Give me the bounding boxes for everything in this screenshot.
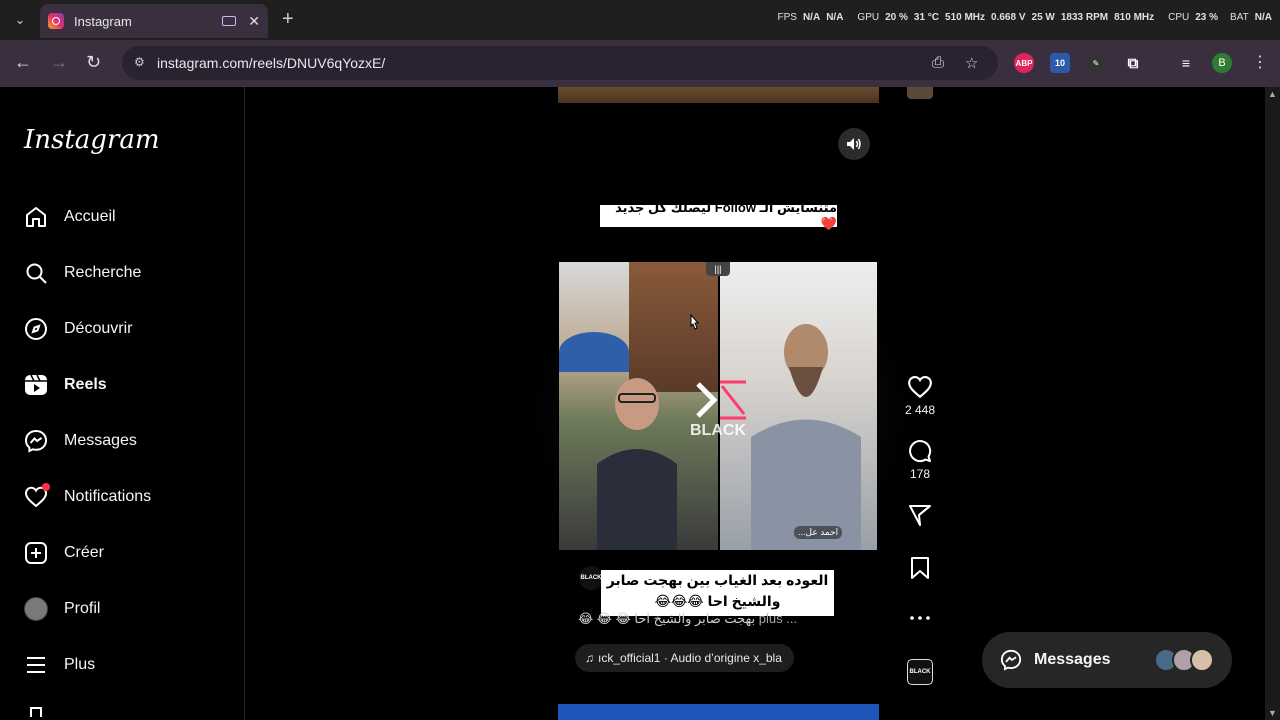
previous-reel-preview[interactable]	[558, 87, 879, 103]
see-more-link[interactable]: ... plus	[759, 611, 797, 626]
tab-title: Instagram	[74, 13, 132, 29]
black-channel-avatar[interactable]: BLACK	[579, 566, 603, 590]
scroll-up-arrow-icon[interactable]: ▲	[1268, 89, 1277, 99]
compass-icon	[24, 317, 48, 341]
messenger-icon	[24, 429, 48, 453]
sidebar-item-profile[interactable]: Profil	[24, 595, 100, 623]
messages-label: Messages	[1034, 651, 1111, 668]
bookmark-icon	[911, 557, 929, 579]
original-audio-thumb[interactable]: BLACK	[907, 659, 933, 685]
performance-overlay: FPS N/A N/A GPU 20 % 31 °C 510 MHz 0.668…	[777, 12, 1273, 23]
volume-toggle-button[interactable]	[838, 128, 870, 160]
hamburger-icon	[24, 653, 48, 677]
back-arrow-icon[interactable]: ←	[14, 52, 32, 73]
speaker-icon	[847, 138, 861, 150]
instagram-logo[interactable]: Instagram	[24, 125, 160, 155]
more-options-button[interactable]	[900, 608, 940, 628]
browser-tab-instagram[interactable]: Instagram ✕	[40, 4, 268, 38]
heart-icon	[24, 483, 50, 509]
url-text[interactable]: instagram.com/reels/DNUV6qYozxE/	[157, 55, 385, 71]
sidebar-item-messages[interactable]: Messages	[24, 427, 137, 455]
browser-menu-icon[interactable]: ⋮	[1252, 52, 1268, 72]
plus-square-icon	[24, 541, 48, 565]
browser-tab-strip: ⌄ Instagram ✕ + FPS N/A N/A GPU 20 % 31 …	[0, 0, 1280, 40]
sidebar-item-reels[interactable]: Reels	[24, 371, 107, 399]
previous-reel-audio-thumb[interactable]	[907, 87, 933, 99]
music-note-icon: ♫	[585, 651, 594, 665]
forward-arrow-icon[interactable]: →	[50, 52, 68, 73]
comment-count: 178	[909, 467, 931, 481]
reload-icon[interactable]: ↻	[86, 52, 101, 73]
site-info-icon[interactable]: ⚙	[134, 55, 150, 71]
adblock-plus-icon[interactable]: ABP	[1014, 53, 1034, 73]
like-button[interactable]: 2 448	[900, 375, 940, 417]
split-screen-icon: |||	[706, 262, 730, 276]
sidebar-item-create[interactable]: Créer	[24, 539, 104, 567]
conversation-avatars	[1154, 648, 1214, 672]
instagram-favicon-icon	[48, 13, 64, 29]
more-dots-icon	[910, 616, 930, 620]
new-tab-button[interactable]: +	[282, 8, 294, 31]
comment-button[interactable]: 178	[900, 439, 940, 481]
picture-in-picture-icon[interactable]	[222, 16, 237, 26]
comment-icon	[909, 440, 932, 463]
reels-icon	[24, 373, 48, 397]
eyedropper-extension-icon[interactable]: ✎	[1086, 53, 1106, 73]
address-bar[interactable]: ⚙ instagram.com/reels/DNUV6qYozxE/ ⎙ ☆	[122, 46, 998, 80]
sidebar-item-search[interactable]: Recherche	[24, 259, 141, 287]
notification-dot	[42, 483, 50, 491]
messenger-icon	[1000, 649, 1022, 671]
sidebar-item-home[interactable]: Accueil	[24, 203, 116, 231]
next-reel-preview[interactable]	[558, 704, 879, 720]
send-icon	[909, 505, 931, 526]
media-control-icon[interactable]: ≡	[1176, 53, 1196, 73]
tab-search-chevron-icon[interactable]: ⌄	[6, 6, 34, 34]
home-icon	[24, 205, 48, 229]
also-from-meta-icon	[30, 707, 42, 717]
man-left-figure	[597, 378, 677, 550]
save-button[interactable]	[900, 556, 940, 580]
profile-avatar	[24, 597, 48, 621]
avatar	[1190, 648, 1214, 672]
extensions-puzzle-icon[interactable]: ⧉	[1123, 53, 1143, 73]
creator-tag: احمد عل...	[794, 526, 843, 539]
video-overlay-caption-top: متنسايش الـ Follow ليصلك كل جديد ❤️	[600, 200, 837, 231]
sidebar-item-more[interactable]: Plus	[24, 651, 95, 679]
tab-close-icon[interactable]: ✕	[248, 13, 260, 30]
video-overlay-caption-bottom: العوده بعد الغياب بين بهجت صابر والشيخ ا…	[601, 570, 834, 616]
heart-icon	[908, 375, 932, 399]
browser-profile-avatar[interactable]: B	[1212, 53, 1232, 73]
install-app-icon[interactable]: ⎙	[932, 54, 944, 71]
messages-floating-bar[interactable]: Messages	[982, 632, 1232, 688]
mouse-cursor-icon	[690, 314, 700, 330]
scroll-down-arrow-icon[interactable]: ▼	[1268, 708, 1277, 718]
page-scrollbar[interactable]: ▲ ▼	[1265, 87, 1280, 720]
instagram-sidebar: Instagram Accueil Recherche Découvrir Re…	[0, 87, 245, 720]
search-icon	[24, 261, 48, 285]
man-right-figure	[751, 324, 861, 550]
sidebar-item-explore[interactable]: Découvrir	[24, 315, 132, 343]
reel-description[interactable]: ... plus بهجت صابر والشيخ احا 😂 😂 😂	[578, 611, 808, 627]
extension-counter-icon[interactable]: 10	[1050, 53, 1070, 73]
browser-toolbar: ← → ↻ ⚙ instagram.com/reels/DNUV6qYozxE/…	[0, 40, 1280, 87]
share-button[interactable]	[900, 503, 940, 527]
sidebar-item-notifications[interactable]: Notifications	[24, 483, 151, 511]
black-watermark-logo: BLACK	[690, 378, 750, 440]
bookmark-star-icon[interactable]: ☆	[965, 54, 978, 72]
like-count: 2 448	[904, 403, 936, 417]
audio-attribution-pill[interactable]: ♫ ıck_official1 · Audio d’origine x_bla	[575, 644, 794, 672]
